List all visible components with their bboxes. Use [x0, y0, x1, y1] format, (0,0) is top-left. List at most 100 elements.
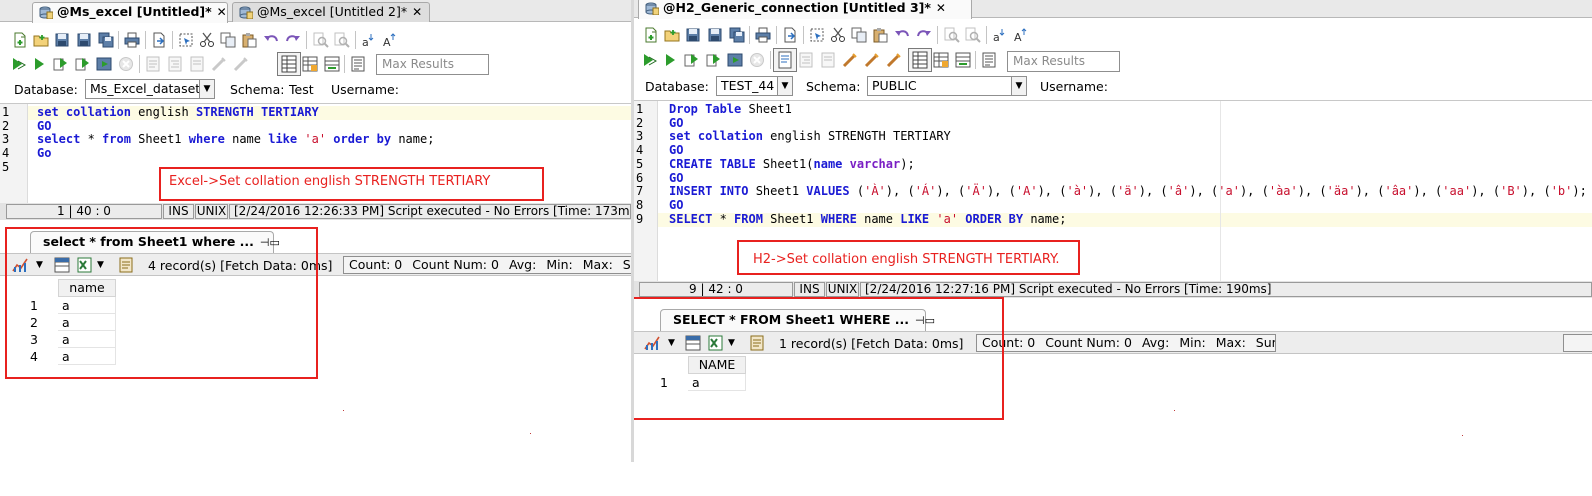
- svg-text:A: A: [383, 36, 391, 48]
- code-token: LIKE: [900, 211, 930, 226]
- code-token: from: [102, 132, 131, 147]
- close-tab-icon[interactable]: ✕: [217, 3, 227, 21]
- code-line: set collation english STRENGTH TERTIARY: [669, 130, 951, 144]
- open-folder-icon[interactable]: [33, 32, 49, 48]
- cut-icon[interactable]: [199, 32, 215, 48]
- lowercase-icon[interactable]: a: [361, 32, 377, 48]
- export-icon[interactable]: [782, 27, 798, 43]
- new-file-icon[interactable]: [643, 27, 659, 43]
- editor-tab-ms-excel-untitled[interactable]: @Ms_excel [Untitled]* ✕: [32, 2, 228, 23]
- history-icon[interactable]: [350, 56, 366, 72]
- export-results-icon[interactable]: [324, 56, 340, 72]
- commit-icon[interactable]: [864, 52, 880, 68]
- line-number: 3: [636, 129, 644, 144]
- undo-icon[interactable]: [263, 32, 279, 48]
- paste-icon[interactable]: [241, 32, 257, 48]
- redo-icon[interactable]: [285, 32, 301, 48]
- agg-count-num: Count Num: 0: [1045, 335, 1132, 350]
- code-token: ), (: [986, 184, 1016, 199]
- schema-label: Schema:: [230, 82, 285, 97]
- new-file-icon[interactable]: [12, 32, 28, 48]
- database-select[interactable]: TEST_44 ▼: [716, 76, 793, 96]
- find-replace-icon[interactable]: [965, 27, 981, 43]
- auto-commit-icon[interactable]: [211, 56, 227, 72]
- save-all-icon[interactable]: [729, 27, 745, 43]
- stop-icon[interactable]: [118, 56, 134, 72]
- code-token: Sheet1: [762, 211, 821, 226]
- chevron-down-icon[interactable]: ▼: [199, 80, 214, 98]
- grid-view-icon[interactable]: [908, 48, 932, 72]
- execute-step-icon[interactable]: [52, 56, 68, 72]
- save-icon[interactable]: [685, 27, 701, 43]
- save-as-icon[interactable]: [76, 32, 92, 48]
- paste-icon[interactable]: [872, 27, 888, 43]
- text-view-icon[interactable]: [302, 56, 318, 72]
- editor-toolbar-row-1: a A: [0, 28, 631, 52]
- lowercase-icon[interactable]: a: [992, 27, 1008, 43]
- agg-min: Min:: [1179, 335, 1206, 350]
- comment-icon[interactable]: [189, 56, 205, 72]
- stop-icon[interactable]: [749, 52, 765, 68]
- commit-icon[interactable]: [233, 56, 249, 72]
- copy-icon[interactable]: [851, 27, 867, 43]
- execute-icon[interactable]: [662, 52, 678, 68]
- code-token: 'a': [1218, 184, 1240, 199]
- history-icon[interactable]: [981, 52, 997, 68]
- auto-commit-icon[interactable]: [842, 52, 858, 68]
- execute-script-icon[interactable]: [74, 56, 90, 72]
- redo-icon[interactable]: [916, 27, 932, 43]
- close-tab-icon[interactable]: ✕: [936, 0, 946, 17]
- code-line: SELECT * FROM Sheet1 WHERE name LIKE 'a'…: [669, 211, 1066, 227]
- chevron-down-icon[interactable]: ▼: [1011, 77, 1026, 95]
- max-results-input[interactable]: Max Results: [376, 54, 489, 75]
- max-results-input[interactable]: Max Results: [1007, 51, 1120, 72]
- grid-view-icon[interactable]: [277, 52, 301, 76]
- save-as-icon[interactable]: [707, 27, 723, 43]
- execute-all-icon[interactable]: [10, 56, 26, 72]
- undo-icon[interactable]: [894, 27, 910, 43]
- rollback-icon[interactable]: [886, 52, 902, 68]
- uppercase-icon[interactable]: A: [382, 32, 398, 48]
- export-icon[interactable]: [151, 32, 167, 48]
- cut-icon[interactable]: [830, 27, 846, 43]
- find-replace-icon[interactable]: [334, 32, 350, 48]
- execute-script-icon[interactable]: [705, 52, 721, 68]
- execute-all-icon[interactable]: [641, 52, 657, 68]
- agg-sum: Sum:: [1255, 335, 1275, 350]
- execute-explain-icon[interactable]: [727, 52, 743, 68]
- select-all-icon[interactable]: [809, 27, 825, 43]
- select-all-icon[interactable]: [178, 32, 194, 48]
- save-all-icon[interactable]: [98, 32, 114, 48]
- text-view-icon[interactable]: [933, 52, 949, 68]
- editor-tab-ms-excel-untitled-2[interactable]: @Ms_excel [Untitled 2]* ✕: [232, 2, 430, 22]
- copy-icon[interactable]: [220, 32, 236, 48]
- comment-icon[interactable]: [820, 52, 836, 68]
- explain-icon[interactable]: [773, 48, 797, 72]
- find-icon[interactable]: [944, 27, 960, 43]
- execute-icon[interactable]: [31, 56, 47, 72]
- execute-explain-icon[interactable]: [96, 56, 112, 72]
- explain-icon[interactable]: [145, 56, 161, 72]
- uppercase-icon[interactable]: A: [1013, 27, 1029, 43]
- print-icon[interactable]: [124, 32, 140, 48]
- editor-tab-h2-generic-connection[interactable]: @H2_Generic_connection [Untitled 3]* ✕: [638, 0, 972, 19]
- database-select[interactable]: Ms_Excel_dataset ▼: [85, 79, 215, 99]
- agg-avg: Avg:: [1141, 335, 1170, 350]
- code-token: INSERT INTO: [669, 184, 749, 199]
- close-tab-icon[interactable]: ✕: [412, 3, 422, 21]
- execute-step-icon[interactable]: [683, 52, 699, 68]
- save-icon[interactable]: [54, 32, 70, 48]
- chevron-down-icon[interactable]: ▼: [777, 77, 792, 95]
- tab-label: @H2_Generic_connection [Untitled 3]*: [663, 0, 931, 15]
- format-icon[interactable]: [798, 52, 814, 68]
- format-icon[interactable]: [167, 56, 183, 72]
- schema-select[interactable]: PUBLIC ▼: [867, 76, 1027, 96]
- code-token: Sheet1: [741, 102, 792, 116]
- print-icon[interactable]: [755, 27, 771, 43]
- annotation-box-excel-results: [5, 227, 318, 379]
- code-token: Sheet1: [130, 132, 189, 147]
- code-token: set collation: [37, 105, 131, 119]
- find-icon[interactable]: [313, 32, 329, 48]
- export-results-icon[interactable]: [955, 52, 971, 68]
- open-folder-icon[interactable]: [664, 27, 680, 43]
